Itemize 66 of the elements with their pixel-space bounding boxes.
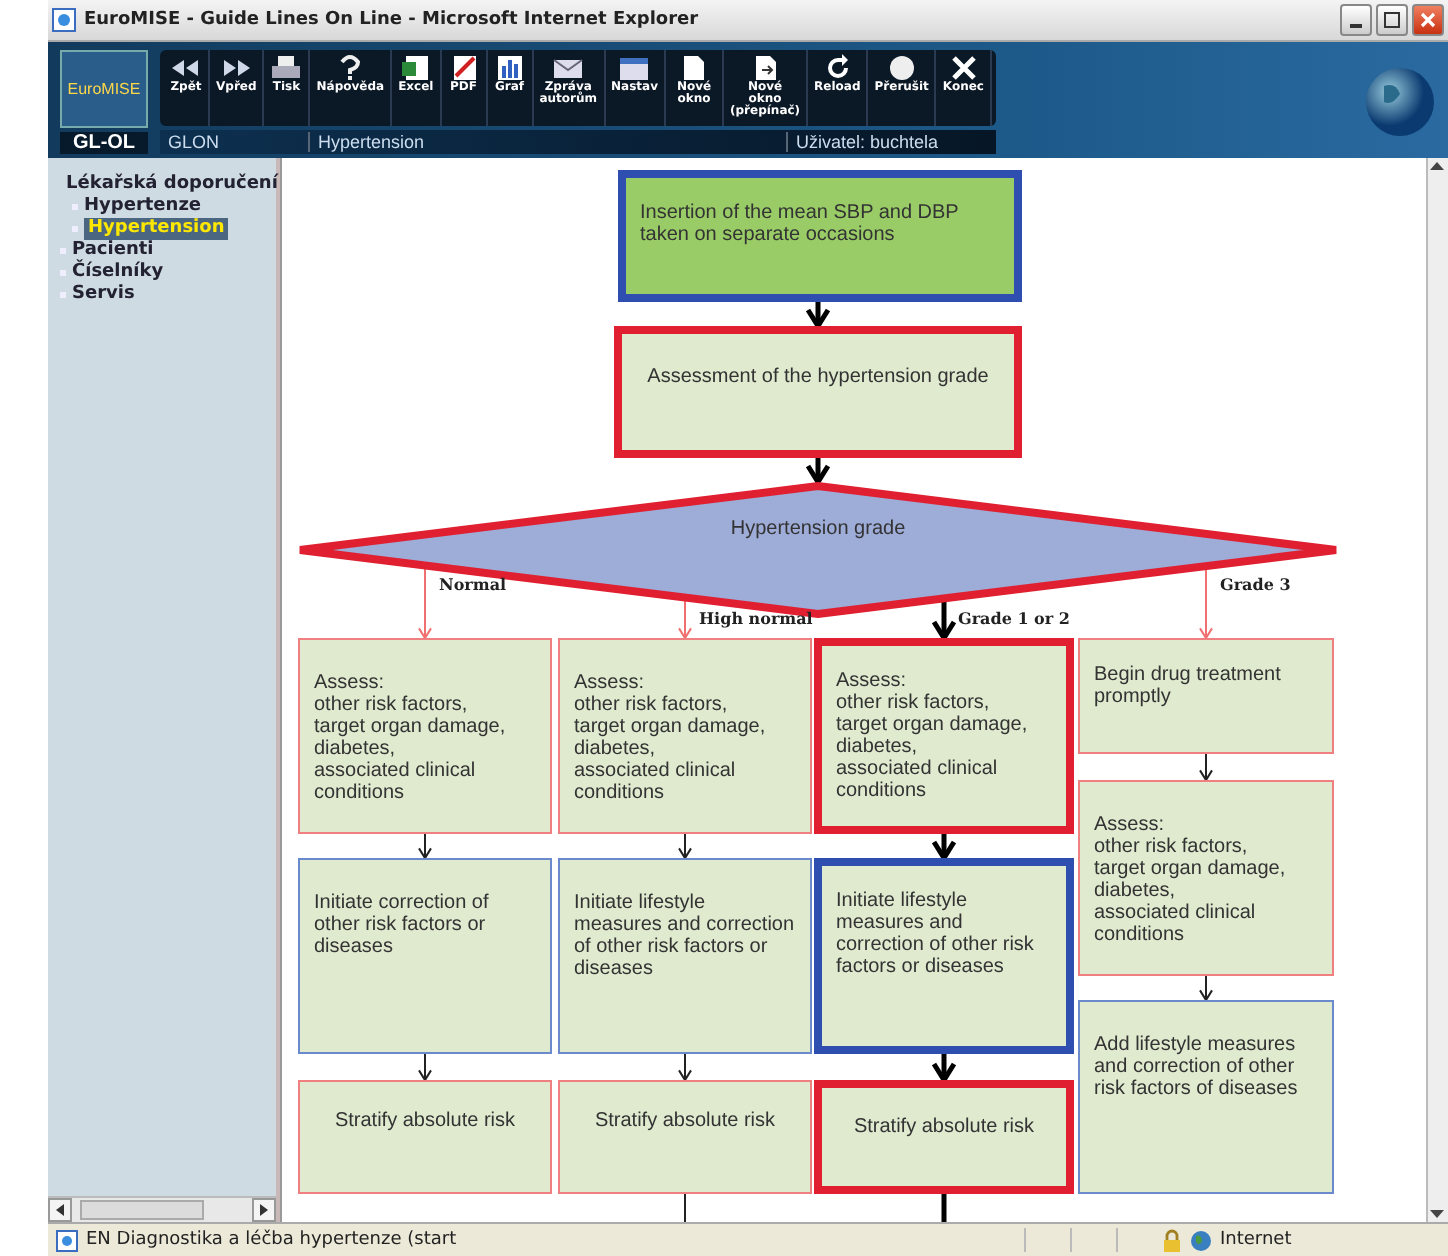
maximize-button[interactable]	[1376, 4, 1408, 37]
lock-icon	[1162, 1228, 1182, 1253]
page-icon	[56, 1229, 78, 1252]
module-name: GLON	[166, 132, 222, 153]
connector-arrow	[418, 833, 432, 861]
app-abbreviation: GL-OL	[60, 132, 148, 155]
nav-item[interactable]: Hypertenze	[60, 196, 276, 219]
connector-arrow	[678, 598, 692, 641]
branch-label: Normal	[439, 573, 507, 594]
topic-label: Hypertension	[308, 132, 786, 153]
flowchart-box: Initiate lifestyle measures and correction of other risk factors or diseases	[814, 858, 1074, 1055]
flowchart-box: Insertion of the mean SBP and DBP taken on separate occasions	[618, 170, 1022, 303]
connector-arrow	[805, 458, 831, 488]
branch-label: High normal	[699, 607, 813, 628]
flowchart-box: Assess: other risk factors, target organ damage, diabetes, associated clinical conditions	[814, 638, 1074, 835]
connector-arrow	[678, 833, 692, 861]
connector-arrow	[805, 302, 831, 332]
flowchart-box: Assess: other risk factors, target organ damage, diabetes, associated clinical conditions	[298, 638, 552, 835]
connector-arrow	[931, 600, 957, 644]
flowchart-box: Begin drug treatment promptly	[1078, 638, 1334, 755]
browser-icon	[52, 8, 76, 33]
window-icon	[618, 54, 651, 83]
close-icon	[1420, 12, 1436, 29]
nav-item[interactable]: Lékařská doporučení	[60, 174, 276, 197]
status-text: EN Diagnostika a léčba hypertenze (start	[86, 1230, 459, 1251]
spreadsheet-icon	[399, 54, 432, 83]
connector-arrow	[418, 564, 432, 641]
close-icon	[947, 54, 980, 83]
flowchart-box: Assess: other risk factors, target organ damage, diabetes, associated clinical conditions	[558, 638, 812, 835]
close-button[interactable]	[1412, 4, 1444, 37]
connector-arrow	[931, 1054, 957, 1086]
left-arrow-icon	[54, 1204, 66, 1217]
security-zone: Internet	[1220, 1230, 1294, 1251]
user-label: Uživatel: buchtela	[786, 132, 947, 153]
flowchart-box: Initiate lifestyle measures and correction of other risk factors or diseases	[558, 858, 812, 1055]
nav-item[interactable]: Servis	[60, 284, 276, 307]
printer-icon	[270, 54, 303, 83]
connector-arrow	[678, 1053, 692, 1083]
flowchart-box: Stratify absolute risk	[298, 1080, 552, 1195]
branch-label: Grade 1 or 2	[958, 608, 1070, 629]
minimize-button[interactable]	[1340, 4, 1372, 37]
branch-label: Grade 3	[1220, 574, 1291, 595]
envelope-icon	[552, 54, 585, 83]
connector-arrow	[418, 1053, 432, 1083]
flowchart-box: Add lifestyle measures and correction of other risk factors of diseases	[1078, 1000, 1334, 1195]
euromise-logo: EuroMISE	[60, 50, 148, 129]
bar-chart-icon	[493, 54, 526, 83]
nav-item[interactable]: Číselníky	[60, 262, 276, 285]
decision-label: Hypertension grade	[728, 518, 908, 541]
stop-icon	[885, 54, 918, 83]
globe-icon	[1364, 66, 1436, 139]
right-arrow-icon	[258, 1204, 270, 1217]
connector-arrow	[1199, 753, 1213, 783]
window-title: EuroMISE - Guide Lines On Line - Microsoft Internet Explorer	[84, 10, 701, 31]
flowchart-box: Initiate correction of other risk factors or diseases	[298, 858, 552, 1055]
connector-arrow	[1199, 565, 1213, 641]
globe-icon	[1190, 1229, 1212, 1252]
connector-arrow	[931, 834, 957, 864]
maximize-icon	[1384, 12, 1400, 29]
flowchart-box: Stratify absolute risk	[814, 1080, 1074, 1195]
flowchart-box: Assess: other risk factors, target organ damage, diabetes, associated clinical conditions	[1078, 780, 1334, 977]
flowchart-box: Assessment of the hypertension grade	[614, 326, 1022, 459]
horizontal-scrollbar[interactable]	[48, 1196, 276, 1223]
down-arrow-icon[interactable]	[1428, 1204, 1447, 1223]
connector-arrow	[1199, 975, 1213, 1003]
flowchart-box: Stratify absolute risk	[558, 1080, 812, 1195]
